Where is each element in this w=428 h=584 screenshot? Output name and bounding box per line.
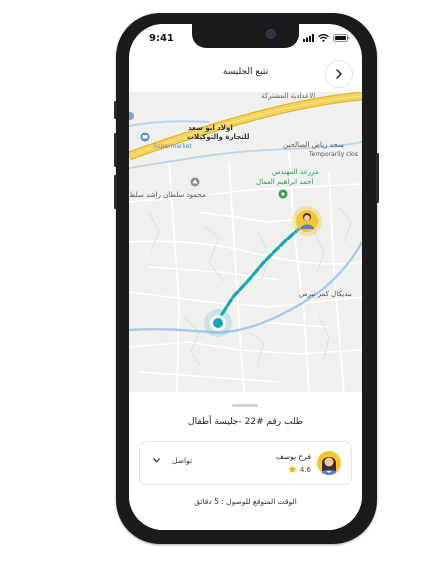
map-label: Temporarily clos xyxy=(309,151,358,158)
map-label: اولاد ابو سعد xyxy=(188,124,233,132)
status-time: 9:41 xyxy=(149,33,174,44)
sitter-rating: 4.6 xyxy=(288,465,311,474)
map-label: سجد رياض الصالحين xyxy=(283,141,344,149)
route-line xyxy=(215,225,303,324)
request-title: طلب رقم #22 -جليسة أطفال xyxy=(188,417,303,427)
tracking-map[interactable]: الاعدادية المشتركة اولاد ابو سعد للتجارة… xyxy=(129,92,362,392)
volume-up-button xyxy=(114,133,117,167)
volume-down-button xyxy=(114,175,117,209)
sitter-card: فرح يوسف 4.6 تواصل xyxy=(139,441,352,485)
status-icons xyxy=(303,34,350,42)
star-icon xyxy=(288,465,297,474)
mute-switch xyxy=(114,101,117,119)
signal-icon xyxy=(303,34,314,42)
map-label: بنديكال كمر نبرس xyxy=(299,290,352,298)
map-label: الاعدادية المشتركة xyxy=(261,92,316,100)
battery-icon xyxy=(333,34,350,42)
back-button[interactable] xyxy=(325,60,353,88)
app-screen: 9:41 تتبع الجليسة الاعدادية المشتركة اول… xyxy=(129,24,362,530)
bottom-sheet: طلب رقم #22 -جليسة أطفال فرح يوسف 4.6 تو… xyxy=(129,392,362,530)
map-label: احمد ابراهيم العمال xyxy=(256,178,314,186)
sitter-name: فرح يوسف xyxy=(276,452,311,461)
power-button xyxy=(376,153,379,203)
map-label: مزرعة المهندس xyxy=(272,168,319,176)
wifi-icon xyxy=(318,34,329,42)
chevron-right-icon xyxy=(336,69,342,79)
map-label: محمود سلطان راشد سلط xyxy=(129,191,206,199)
front-camera xyxy=(266,29,276,39)
avatar xyxy=(317,451,341,475)
sheet-drag-handle[interactable] xyxy=(232,404,258,407)
map-label: للتجارة والتوكيلات xyxy=(187,133,250,141)
contact-label: تواصل xyxy=(172,456,193,465)
contact-button[interactable]: تواصل xyxy=(153,456,192,465)
app-header: تتبع الجليسة xyxy=(129,60,362,88)
origin-marker-icon xyxy=(213,318,223,328)
rating-value: 4.6 xyxy=(299,465,311,474)
eta-text: الوقت المتوقع للوصول : 5 دقائق xyxy=(194,497,297,506)
notch xyxy=(192,24,299,48)
map-label: Supermarket xyxy=(153,143,192,150)
chevron-down-icon xyxy=(153,458,160,463)
